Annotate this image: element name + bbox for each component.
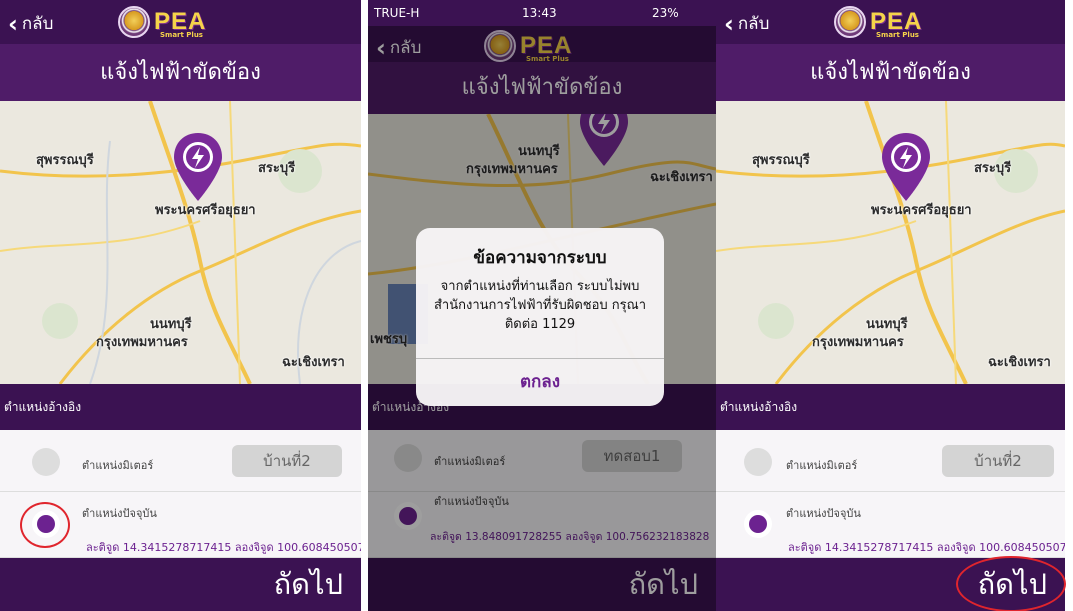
current-location-label: ตำแหน่งปัจจุบัน bbox=[82, 507, 157, 520]
system-alert-dialog: ข้อความจากระบบ จากตำแหน่งที่ท่านเลือก ระ… bbox=[416, 228, 664, 406]
alert-message: จากตำแหน่งที่ท่านเลือก ระบบไม่พบสำนักงาน… bbox=[433, 279, 647, 332]
top-bar: ‹ กลับ PEA Smart Plus bbox=[716, 0, 1065, 44]
back-label: กลับ bbox=[21, 14, 54, 34]
top-bar: ‹ กลับ PEA Smart Plus bbox=[0, 0, 361, 44]
meter-value-select[interactable]: บ้านที่2 bbox=[232, 445, 342, 477]
radio-icon[interactable] bbox=[32, 448, 60, 476]
pea-logo: PEA Smart Plus bbox=[834, 4, 922, 40]
battery-text: 23% bbox=[652, 6, 679, 20]
map-label: กรุงเทพมหานคร bbox=[812, 335, 904, 350]
map-label: ฉะเชิงเทรา bbox=[282, 355, 345, 370]
meter-location-row[interactable]: ตำแหน่งมิเตอร์ บ้านที่2 bbox=[716, 430, 1065, 492]
radio-icon[interactable] bbox=[744, 448, 772, 476]
highlight-circle-radio bbox=[20, 502, 70, 548]
page-title: แจ้งไฟฟ้าขัดข้อง bbox=[0, 44, 361, 101]
map-label: กรุงเทพมหานคร bbox=[96, 335, 188, 350]
reference-section-header: ตำแหน่งอ้างอิง bbox=[716, 384, 1065, 430]
map-label: ฉะเชิงเทรา bbox=[988, 355, 1051, 370]
back-button[interactable]: ‹ กลับ bbox=[724, 10, 769, 37]
current-location-row[interactable]: ตำแหน่งปัจจุบัน ละติจูด 14.3415278717415… bbox=[716, 492, 1065, 558]
logo-subtext: Smart Plus bbox=[160, 31, 203, 39]
map-label: สุพรรณบุรี bbox=[36, 153, 94, 168]
highlight-circle-next bbox=[956, 556, 1066, 611]
page-title: แจ้งไฟฟ้าขัดข้อง bbox=[716, 44, 1065, 101]
meter-location-label: ตำแหน่งมิเตอร์ bbox=[82, 459, 154, 472]
map-view[interactable]: สุพรรณบุรี สระบุรี พระนครศรีอยุธยา นนทบุ… bbox=[716, 101, 1065, 384]
meter-location-label: ตำแหน่งมิเตอร์ bbox=[786, 459, 858, 472]
meter-location-row[interactable]: ตำแหน่งมิเตอร์ บ้านที่2 bbox=[0, 430, 361, 492]
pea-logo-icon bbox=[834, 6, 866, 38]
carrier-text: TRUE-H bbox=[374, 6, 420, 20]
map-view[interactable]: สุพรรณบุรี สระบุรี พระนครศรีอยุธยา นนทบุ… bbox=[0, 101, 361, 384]
next-button[interactable]: ถัดไป bbox=[0, 558, 361, 611]
phone-screen-right: ‹ กลับ PEA Smart Plus แจ้งไฟฟ้าขัดข้อง ส… bbox=[716, 0, 1065, 611]
map-label: สระบุรี bbox=[974, 161, 1012, 176]
pea-logo: PEA Smart Plus bbox=[118, 4, 206, 40]
pea-logo-icon bbox=[118, 6, 150, 38]
chevron-left-icon: ‹ bbox=[724, 9, 734, 38]
back-button[interactable]: ‹ กลับ bbox=[8, 10, 53, 37]
alert-title: ข้อความจากระบบ bbox=[473, 248, 607, 268]
current-location-label: ตำแหน่งปัจจุบัน bbox=[786, 507, 861, 520]
back-label: กลับ bbox=[737, 14, 770, 34]
location-pin-icon[interactable] bbox=[172, 131, 224, 203]
logo-subtext: Smart Plus bbox=[876, 31, 919, 39]
phone-screen-middle: TRUE-H 13:43 23% ‹ กลับ PEA Smart Plus แ… bbox=[368, 0, 716, 611]
meter-value-select[interactable]: บ้านที่2 bbox=[942, 445, 1054, 477]
comparison-screenshots: ‹ กลับ PEA Smart Plus แจ้งไฟฟ้าขัดข้อง ส… bbox=[0, 0, 1073, 611]
map-label: สระบุรี bbox=[258, 161, 296, 176]
radio-icon[interactable] bbox=[744, 510, 772, 538]
alert-ok-button[interactable]: ตกลง bbox=[416, 358, 664, 406]
coordinates-text: ละติจูด 14.3415278717415 ลองจิจูด 100.60… bbox=[788, 541, 1065, 554]
status-bar: TRUE-H 13:43 23% bbox=[368, 0, 716, 26]
clock-text: 13:43 bbox=[522, 6, 557, 20]
location-pin-icon[interactable] bbox=[880, 131, 932, 203]
map-label: สุพรรณบุรี bbox=[752, 153, 810, 168]
reference-section-header: ตำแหน่งอ้างอิง bbox=[0, 384, 361, 430]
coordinates-text: ละติจูด 14.3415278717415 ลองจิจูด 100.60… bbox=[86, 541, 361, 554]
chevron-left-icon: ‹ bbox=[8, 9, 18, 38]
